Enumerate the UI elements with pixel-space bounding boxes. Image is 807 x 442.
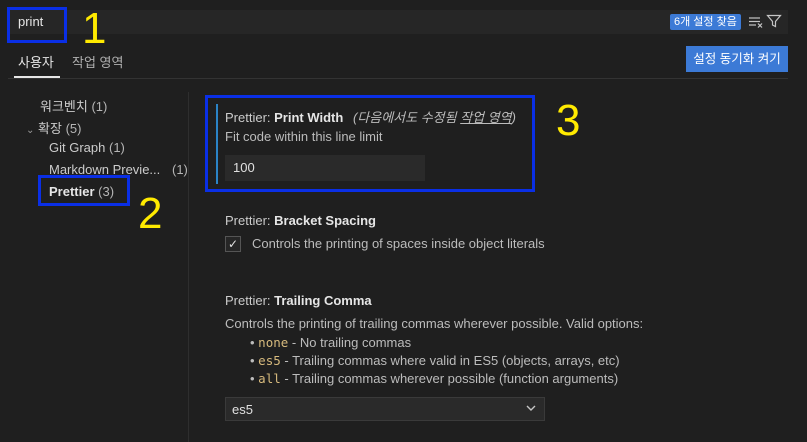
annotation-number-2: 2 — [138, 189, 163, 238]
toc-item-workbench[interactable]: 워크벤치 (1) — [40, 96, 107, 115]
annotation-box-3 — [205, 95, 535, 192]
setting-name: Trailing Comma — [274, 293, 372, 308]
select-value: es5 — [232, 402, 253, 417]
chevron-down-icon[interactable] — [525, 402, 537, 414]
tab-user[interactable]: 사용자 — [18, 52, 54, 74]
clear-filter-icon[interactable] — [748, 14, 764, 30]
toc-label: 워크벤치 — [40, 99, 88, 114]
setting-title-bracket-spacing: Prettier: Bracket Spacing — [225, 213, 376, 228]
bracket-spacing-checkbox[interactable]: ✓ — [225, 236, 241, 252]
filter-icon[interactable] — [766, 13, 782, 29]
setting-description: Controls the printing of trailing commas… — [225, 316, 644, 331]
toc-label: 확장 — [38, 121, 62, 136]
option-code: all — [258, 371, 281, 386]
option-code: none — [258, 335, 289, 350]
annotation-box-2 — [38, 175, 130, 206]
tabs-divider — [8, 78, 788, 79]
option-code: es5 — [258, 353, 281, 368]
list-item: • es5 - Trailing commas where valid in E… — [250, 353, 620, 368]
setting-description: Controls the printing of spaces inside o… — [252, 236, 545, 251]
list-item: • all - Trailing commas wherever possibl… — [250, 371, 619, 386]
toc-count: (1) — [172, 162, 188, 177]
toc-item-git-graph[interactable]: Git Graph (1) — [49, 140, 125, 155]
option-text: - Trailing commas where valid in ES5 (ob… — [280, 353, 620, 368]
tab-workspace[interactable]: 작업 영역 — [72, 52, 123, 74]
toc-count: (5) — [65, 121, 82, 136]
toc-count: (1) — [108, 140, 125, 155]
annotation-number-1: 1 — [82, 4, 107, 53]
option-text: - Trailing commas wherever possible (fun… — [280, 371, 619, 386]
setting-title-trailing-comma: Prettier: Trailing Comma — [225, 293, 372, 308]
list-item: • none - No trailing commas — [250, 335, 412, 350]
search-result-count: 6개 설정 찾음 — [670, 14, 741, 30]
annotation-number-3: 3 — [556, 96, 581, 145]
trailing-comma-select[interactable] — [225, 397, 545, 421]
annotation-box-1 — [7, 7, 67, 43]
toc-count: (1) — [91, 99, 108, 114]
settings-sync-button[interactable]: 설정 동기화 켜기 — [686, 46, 788, 72]
setting-category: Prettier: — [225, 213, 275, 228]
toc-item-extensions[interactable]: ⌄ 확장 (5) — [26, 118, 81, 137]
sidebar-divider — [188, 92, 189, 442]
toc-label: Git Graph — [49, 140, 106, 155]
chevron-down-icon[interactable]: ⌄ — [26, 125, 34, 136]
setting-name: Bracket Spacing — [274, 213, 376, 228]
setting-category: Prettier: — [225, 293, 275, 308]
option-text: - No trailing commas — [288, 335, 412, 350]
